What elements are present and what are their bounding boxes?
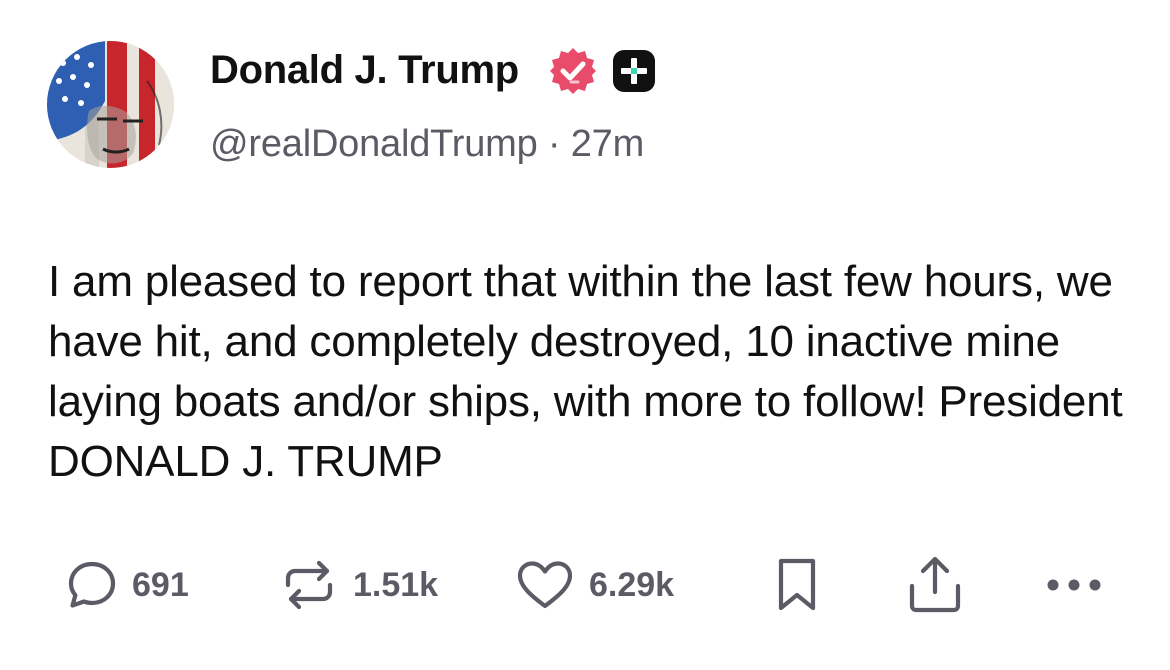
post-body-text: I am pleased to report that within the l… xyxy=(48,257,1123,486)
more-options-button[interactable] xyxy=(1044,555,1104,615)
post-timestamp[interactable]: 27m xyxy=(571,123,645,165)
repost-icon xyxy=(285,560,333,610)
reply-count: 691 xyxy=(132,565,189,604)
share-button[interactable] xyxy=(905,555,965,615)
plus-badge-icon xyxy=(613,50,655,92)
bookmark-icon xyxy=(778,558,816,611)
repost-button[interactable]: 1.51k xyxy=(279,555,438,615)
like-button[interactable]: 6.29k xyxy=(515,555,674,615)
avatar-image xyxy=(47,41,174,168)
repost-count: 1.51k xyxy=(353,565,439,604)
reply-button[interactable]: 691 xyxy=(66,555,189,615)
share-icon xyxy=(909,556,961,613)
post-card: Donald J. Trump @realDonaldTrump · 27m I… xyxy=(0,0,1170,670)
display-name[interactable]: Donald J. Trump xyxy=(210,44,519,96)
bookmark-button[interactable] xyxy=(773,555,821,615)
heart-icon xyxy=(517,561,573,609)
more-options-icon xyxy=(1047,579,1101,591)
handle-and-time: @realDonaldTrump · 27m xyxy=(210,120,644,168)
action-bar: 691 1.51k 6.29k xyxy=(0,555,1170,615)
user-handle[interactable]: @realDonaldTrump xyxy=(210,123,538,165)
verified-badge-icon xyxy=(550,48,596,94)
user-avatar[interactable] xyxy=(47,41,174,168)
separator-dot: · xyxy=(547,123,561,165)
like-count: 6.29k xyxy=(589,565,675,604)
reply-icon xyxy=(68,561,116,608)
